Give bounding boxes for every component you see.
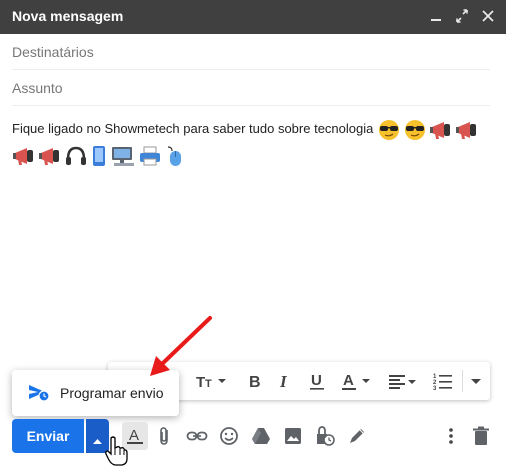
send-button[interactable]: Enviar [12, 419, 84, 453]
subject-placeholder: Assunto [12, 80, 63, 96]
desktop-computer-emoji [112, 146, 134, 166]
underline-button[interactable]: U [306, 370, 328, 392]
megaphone-emoji [455, 121, 476, 139]
send-options-arrow-icon [92, 432, 103, 450]
insert-photo-icon[interactable] [282, 425, 304, 447]
text-color-button[interactable]: A [340, 370, 376, 392]
signature-icon[interactable] [346, 425, 368, 447]
message-text: Fique ligado no Showmetech para saber tu… [12, 121, 374, 136]
svg-text:A: A [343, 372, 354, 389]
confidential-mode-icon[interactable] [314, 425, 336, 447]
schedule-send-icon [28, 384, 50, 407]
svg-text:U: U [311, 372, 322, 389]
bold-button[interactable]: B [244, 370, 266, 392]
toolbar-divider [462, 370, 463, 392]
hand-cursor-icon [105, 436, 128, 466]
italic-button[interactable]: I [274, 370, 296, 392]
message-body[interactable]: Fique ligado no Showmetech para saber tu… [12, 116, 502, 168]
printer-emoji [140, 146, 160, 166]
insert-link-icon[interactable] [186, 425, 208, 447]
subject-field[interactable]: Assunto [12, 71, 490, 106]
more-options-icon[interactable] [440, 425, 462, 447]
headphones-emoji [66, 146, 86, 165]
schedule-send-label: Programar envio [60, 385, 164, 401]
megaphone-emoji [39, 147, 59, 165]
sunglasses-face-emoji [378, 119, 399, 140]
annotation-arrow [150, 316, 212, 376]
numbered-list-button[interactable]: 123 [432, 370, 454, 392]
attach-file-icon[interactable] [154, 425, 176, 447]
sunglasses-face-emoji [404, 119, 425, 140]
expand-icon[interactable] [454, 6, 470, 26]
emoji-line-1 [373, 119, 481, 140]
compose-titlebar[interactable]: Nova mensagem [0, 0, 506, 34]
more-formatting-button[interactable] [468, 370, 484, 392]
megaphone-emoji [13, 147, 33, 165]
computer-mouse-emoji [167, 145, 181, 166]
send-label: Enviar [26, 428, 70, 444]
mobile-phone-emoji [93, 145, 105, 166]
svg-text:3: 3 [433, 386, 437, 392]
discard-draft-icon[interactable] [470, 425, 492, 447]
close-icon[interactable] [480, 6, 496, 26]
window-controls [428, 6, 496, 26]
insert-emoji-icon[interactable] [218, 425, 240, 447]
megaphone-emoji [429, 121, 450, 139]
compose-window: Nova mensagem Destinatários Assunto Fiqu… [0, 0, 506, 466]
recipients-field[interactable]: Destinatários [12, 35, 490, 70]
emoji-line-2 [12, 145, 188, 166]
compose-title: Nova mensagem [12, 8, 124, 24]
svg-text:B: B [249, 374, 261, 391]
svg-text:I: I [279, 372, 288, 391]
minimize-icon[interactable] [428, 6, 444, 26]
align-button[interactable] [386, 370, 420, 392]
google-drive-icon[interactable] [250, 425, 272, 447]
svg-text:A: A [129, 427, 139, 444]
recipients-placeholder: Destinatários [12, 44, 94, 60]
